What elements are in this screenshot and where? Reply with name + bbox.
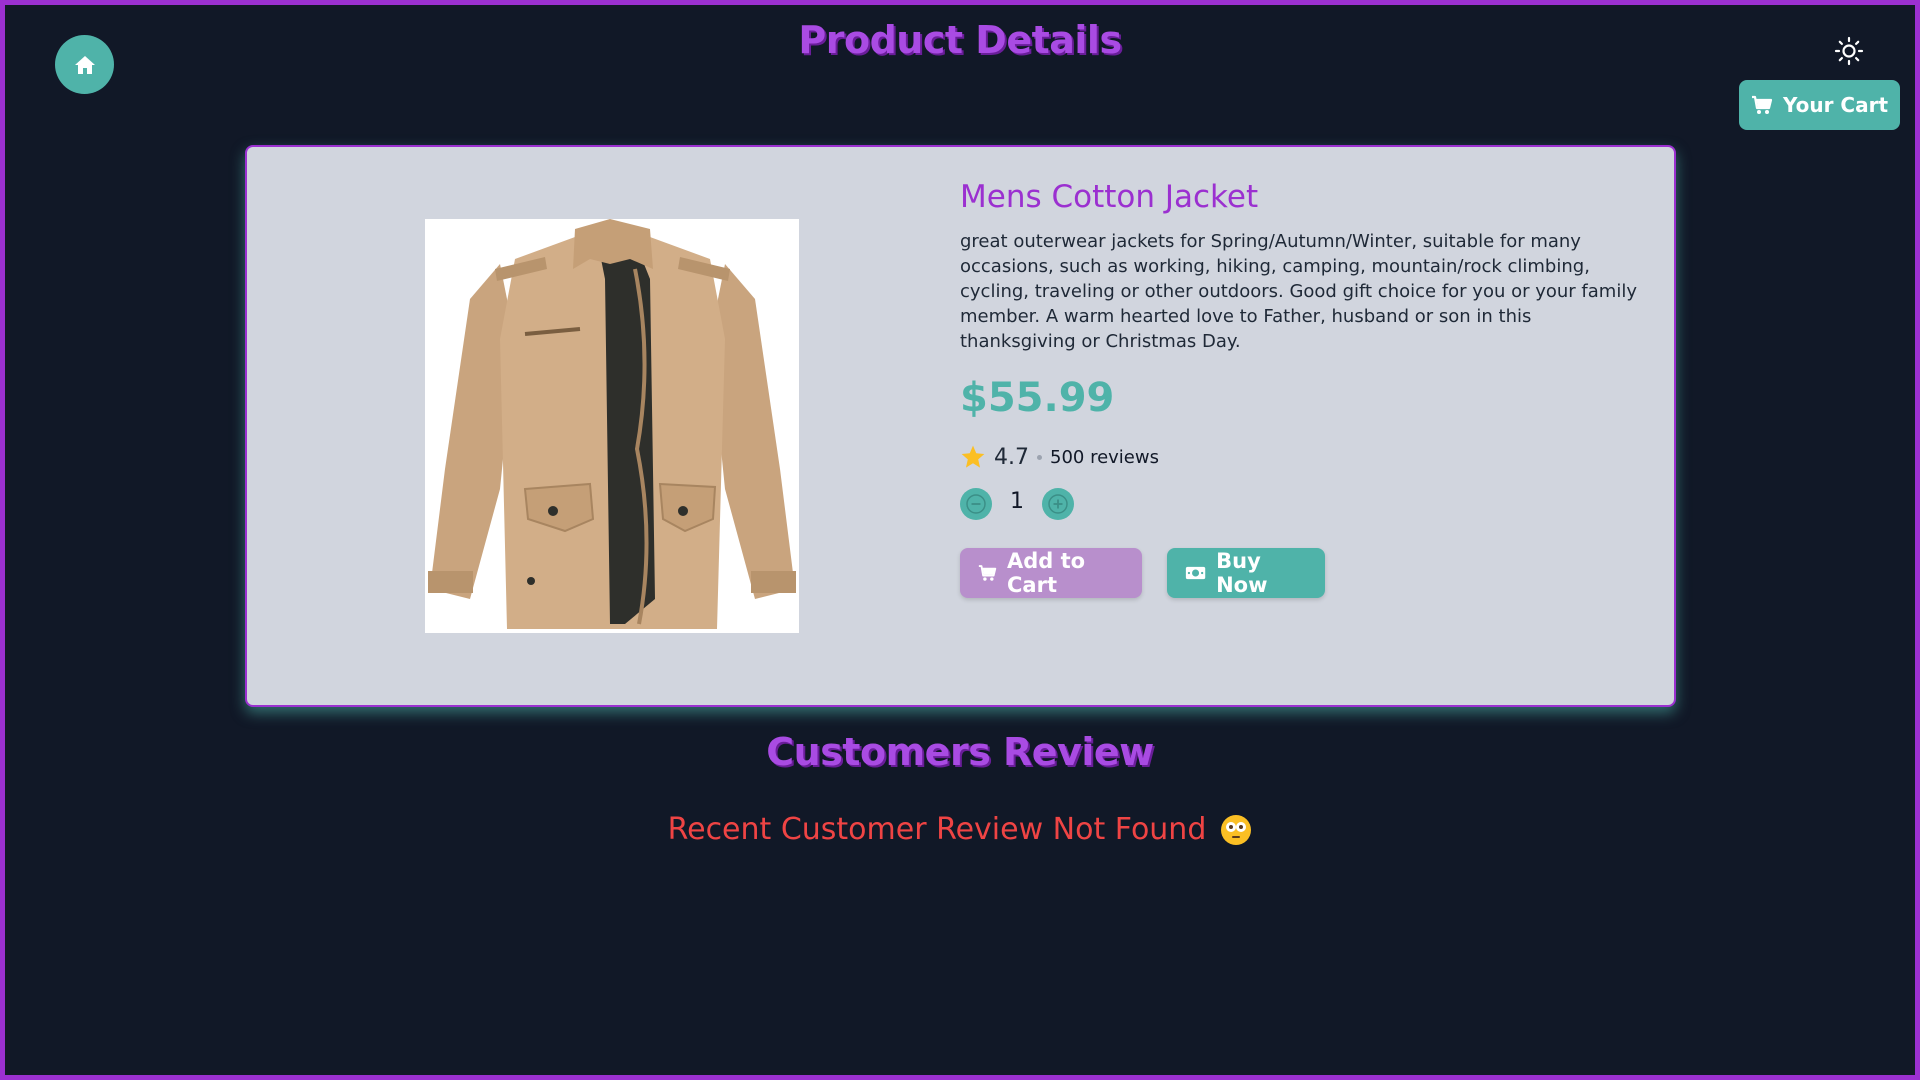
quantity-stepper: 1 [960,488,1660,520]
empty-reviews-text: Recent Customer Review Not Found [667,812,1207,847]
add-to-cart-label: Add to Cart [1007,549,1086,597]
increase-quantity-button[interactable] [1042,488,1074,520]
buy-now-button[interactable]: Buy Now [1167,548,1325,598]
cart-icon [1751,95,1773,114]
plus-icon [1048,494,1068,514]
reviews-count: 500 reviews [1050,446,1159,468]
product-info: Mens Cotton Jacket great outerwear jacke… [960,177,1660,598]
product-name: Mens Cotton Jacket [960,179,1259,215]
your-cart-button[interactable]: Your Cart [1739,80,1900,130]
separator-dot [1037,454,1042,460]
product-description: great outerwear jackets for Spring/Autum… [960,231,1637,352]
cart-icon [978,565,997,581]
product-price: $55.99 [960,375,1115,421]
empty-reviews-message: Recent Customer Review Not Found [0,812,1920,847]
minus-icon [966,494,986,514]
your-cart-label: Your Cart [1782,93,1889,117]
rating-row: 4.7 500 reviews [960,444,1660,470]
product-actions: Add to Cart Buy Now [960,548,1660,598]
reviews-section-title: Customers Review [766,730,1154,774]
page-title: Product Details [798,18,1122,62]
star-icon [961,445,985,468]
buy-now-label: Buy Now [1216,549,1268,597]
money-icon [1185,566,1206,580]
quantity-value: 1 [1010,488,1024,514]
product-card: Mens Cotton Jacket great outerwear jacke… [245,145,1676,707]
theme-toggle-button[interactable] [1832,34,1866,68]
decrease-quantity-button[interactable] [960,488,992,520]
add-to-cart-button[interactable]: Add to Cart [960,548,1142,598]
rating-value: 4.7 [994,444,1029,470]
product-image [425,219,799,633]
sun-icon [1834,36,1864,66]
flushed-face-icon [1221,814,1252,845]
